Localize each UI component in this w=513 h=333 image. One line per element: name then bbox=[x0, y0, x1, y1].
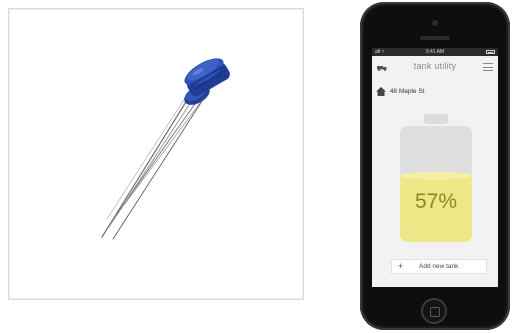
tank-level-percent: 57% bbox=[414, 190, 458, 213]
add-new-tank-button[interactable]: + Add new tank bbox=[391, 259, 487, 274]
plus-icon: + bbox=[398, 261, 404, 271]
tank-level-gauge: 57% bbox=[394, 112, 478, 242]
hamburger-menu-icon[interactable] bbox=[483, 63, 493, 71]
app-header: tank utility bbox=[372, 56, 498, 76]
speaker-grille bbox=[420, 36, 450, 40]
address-label: 48 Maple St bbox=[389, 88, 425, 95]
status-time: 9:41 AM bbox=[425, 49, 445, 55]
home-button[interactable] bbox=[421, 298, 447, 324]
camera-icon bbox=[432, 20, 438, 26]
app-title: tank utility bbox=[413, 61, 457, 71]
tank-sensor-image bbox=[101, 58, 230, 240]
home-icon bbox=[376, 86, 386, 96]
add-new-tank-label: Add new tank bbox=[419, 263, 459, 270]
phone-screen: atl ≈ 9:41 AM tank utility 48 Maple St 5… bbox=[372, 48, 498, 287]
address-row[interactable]: 48 Maple St bbox=[376, 85, 486, 99]
propane-tank-icon bbox=[400, 114, 472, 242]
status-bar: atl ≈ 9:41 AM bbox=[372, 48, 498, 56]
phone-mockup: atl ≈ 9:41 AM tank utility 48 Maple St 5… bbox=[360, 2, 510, 330]
product-image-panel bbox=[8, 8, 304, 300]
battery-icon bbox=[486, 50, 495, 54]
